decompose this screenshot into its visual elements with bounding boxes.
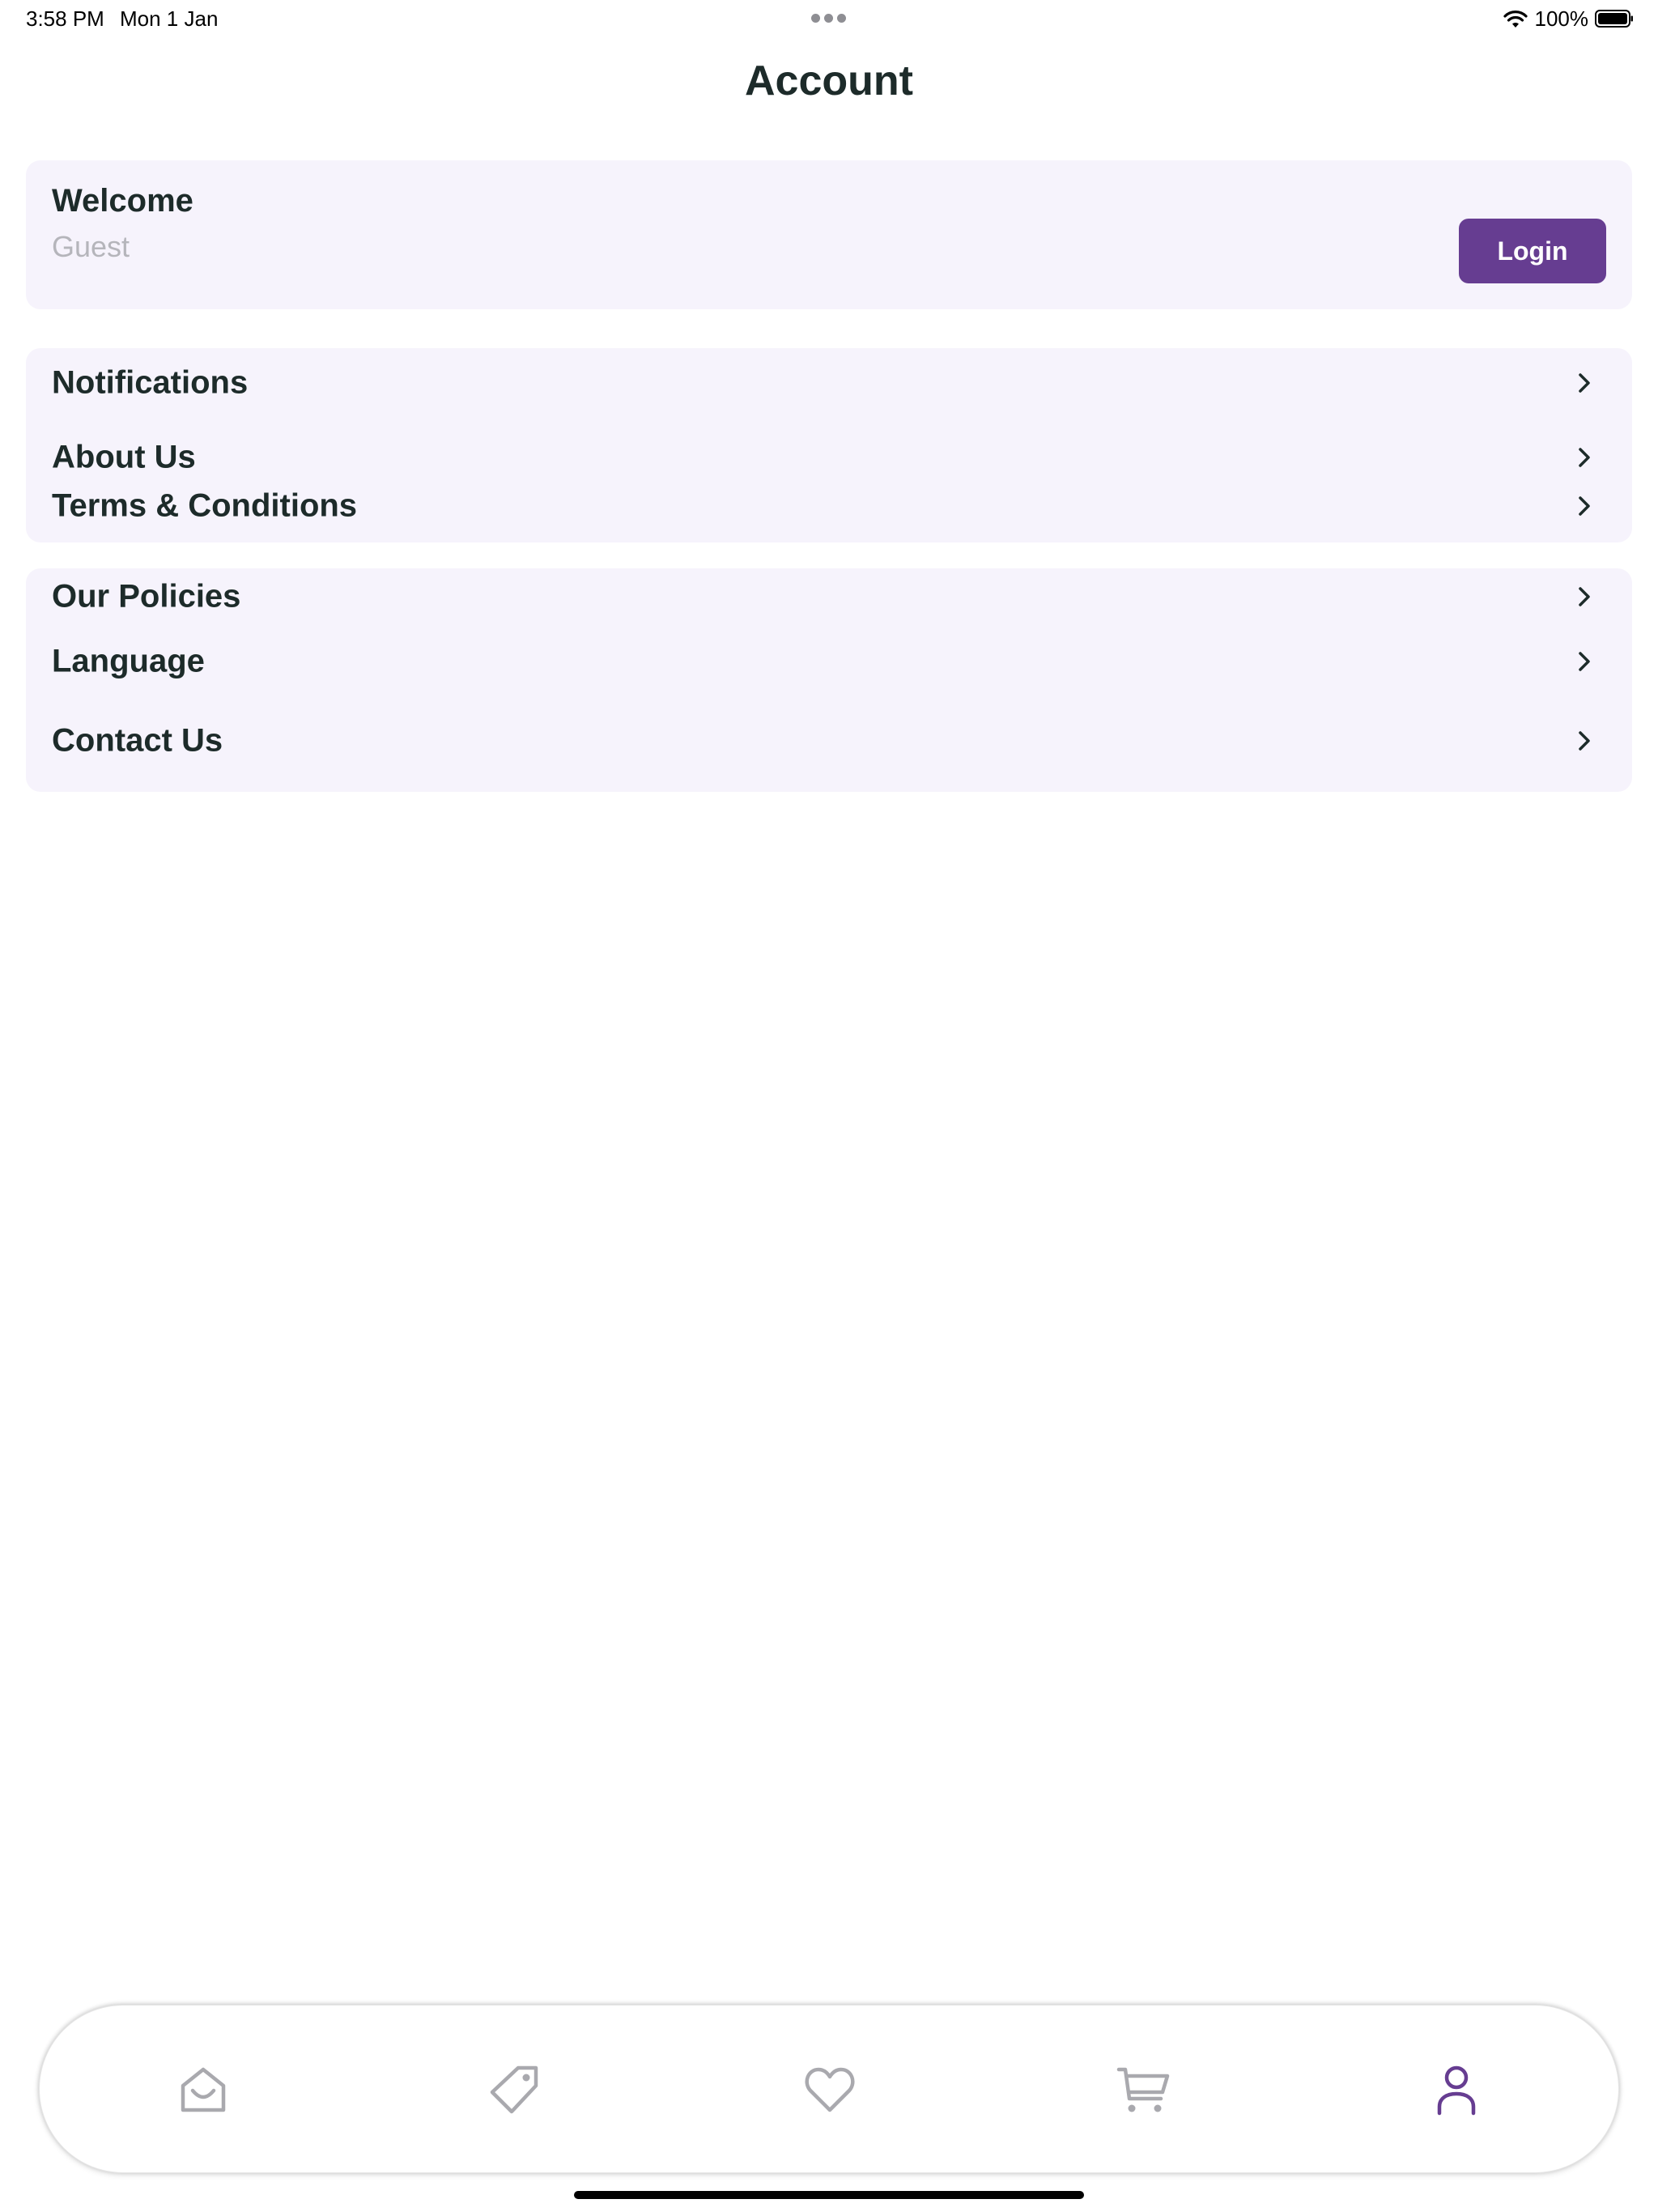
menu-item-terms-conditions[interactable]: Terms & Conditions (26, 478, 1632, 534)
menu-group-general: Notifications About Us Terms & Condition… (26, 348, 1632, 542)
status-indicators: 100% (1503, 5, 1635, 32)
welcome-username: Guest (52, 230, 130, 263)
chevron-right-icon (1579, 731, 1590, 751)
welcome-card: Welcome Guest Login (26, 160, 1632, 309)
menu-item-label: Terms & Conditions (52, 487, 358, 524)
tab-home[interactable] (155, 2006, 252, 2174)
tab-account[interactable] (1408, 2006, 1505, 2174)
menu-item-label: Language (52, 643, 205, 679)
status-bar: 3:58 PM Mon 1 Jan 100% (0, 0, 1658, 39)
menu-item-notifications[interactable]: Notifications (26, 355, 1632, 411)
tab-wishlist[interactable] (781, 2006, 878, 2174)
status-time: 3:58 PM (26, 6, 104, 31)
menu-item-our-policies[interactable]: Our Policies (26, 568, 1632, 625)
login-button[interactable]: Login (1459, 219, 1606, 283)
battery-icon (1595, 10, 1633, 28)
chevron-right-icon (1579, 587, 1590, 606)
multitasking-dots-icon[interactable] (811, 14, 847, 23)
menu-item-label: Contact Us (52, 722, 223, 759)
status-date: Mon 1 Jan (120, 6, 219, 31)
tab-offers[interactable] (467, 2006, 564, 2174)
battery-percentage: 100% (1534, 6, 1589, 31)
chevron-right-icon (1579, 373, 1590, 393)
menu-item-contact-us[interactable]: Contact Us (26, 713, 1632, 769)
welcome-title: Welcome (52, 183, 193, 219)
menu-item-label: Our Policies (52, 578, 241, 615)
user-icon (1437, 2065, 1476, 2116)
menu-item-label: Notifications (52, 364, 249, 401)
chevron-right-icon (1579, 496, 1590, 516)
cart-icon (1116, 2067, 1170, 2112)
home-icon (181, 2067, 226, 2112)
chevron-right-icon (1579, 652, 1590, 671)
tag-icon (490, 2065, 538, 2114)
menu-group-info: Our Policies Language Contact Us (26, 568, 1632, 792)
wifi-icon (1503, 11, 1528, 28)
tab-bar (39, 2005, 1619, 2173)
menu-item-label: About Us (52, 439, 196, 475)
menu-item-language[interactable]: Language (26, 633, 1632, 690)
page-title: Account (745, 57, 913, 104)
chevron-right-icon (1579, 448, 1590, 467)
tab-cart[interactable] (1095, 2006, 1192, 2174)
heart-icon (805, 2067, 855, 2112)
home-indicator[interactable] (574, 2191, 1084, 2199)
